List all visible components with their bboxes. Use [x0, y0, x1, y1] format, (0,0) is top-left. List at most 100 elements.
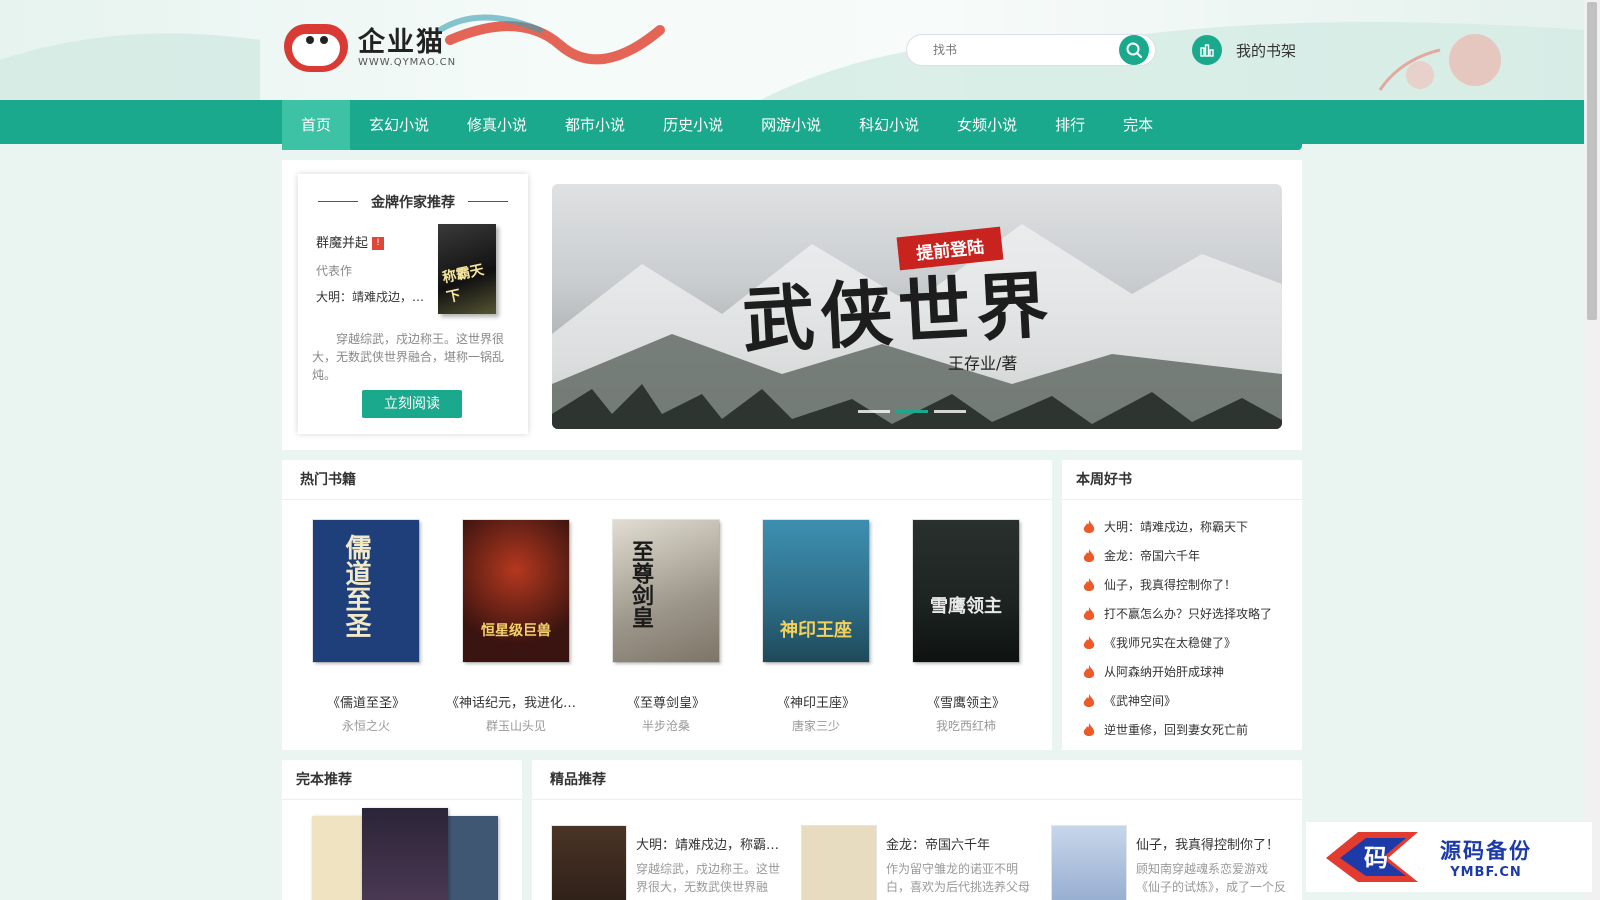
- book-title[interactable]: 《神印王座》: [746, 692, 886, 711]
- nav-item-nvpin[interactable]: 女频小说: [938, 100, 1036, 150]
- flame-icon: [1083, 548, 1095, 562]
- list-item-title: 打不赢怎么办？只好选择攻略了: [1104, 607, 1273, 621]
- nav-item-ranking[interactable]: 排行: [1036, 100, 1104, 150]
- list-item[interactable]: 打不赢怎么办？只好选择攻略了: [1082, 599, 1272, 628]
- banner-dot-2[interactable]: [896, 410, 928, 413]
- main-nav: 首页 玄幻小说 修真小说 都市小说 历史小说 网游小说 科幻小说 女频小说 排行…: [0, 100, 1584, 150]
- book-title[interactable]: 大明：靖难戍边，称霸天下: [636, 834, 786, 853]
- list-item-title: 《武神空间》: [1104, 694, 1177, 708]
- bookshelf-label: 我的书架: [1236, 41, 1297, 60]
- nav-item-kehuan[interactable]: 科幻小说: [840, 100, 938, 150]
- book-cover[interactable]: [1052, 826, 1126, 900]
- book-cover[interactable]: [802, 826, 876, 900]
- watermark-logo-icon: 码: [1318, 828, 1426, 886]
- book-description: 顾知南穿越魂系恋爱游戏《仙子的试炼》，成了一个反派。: [1136, 862, 1286, 894]
- book-cover[interactable]: 雪鹰领主: [913, 520, 1019, 662]
- nav-item-finished[interactable]: 完本: [1104, 100, 1172, 150]
- banner-dot-3[interactable]: [934, 410, 966, 413]
- book-item[interactable]: 儒道至圣 《儒道至圣》 永恒之火: [296, 520, 436, 734]
- book-author[interactable]: 唐家三少: [746, 717, 886, 734]
- book-item[interactable]: 雪鹰领主 《雪鹰领主》 我吃西红柿: [896, 520, 1036, 734]
- book-cover[interactable]: 儒道至圣: [313, 520, 419, 662]
- representative-work-cover[interactable]: 称霸天下: [438, 224, 496, 314]
- book-title[interactable]: 仙子，我真得控制你了！: [1136, 834, 1286, 853]
- nav-item-xiuzhen[interactable]: 修真小说: [448, 100, 546, 150]
- bookshelf-icon: [1192, 35, 1222, 65]
- banner-title: 武侠世界: [740, 261, 1057, 364]
- watermark-url: YMBF.CN: [1450, 864, 1522, 880]
- search-icon: [1126, 42, 1142, 58]
- list-item[interactable]: 金龙：帝国六千年: [1082, 541, 1272, 570]
- book-title[interactable]: 金龙：帝国六千年: [886, 834, 1036, 853]
- page-scrollbar[interactable]: [1584, 0, 1600, 900]
- nav-item-home[interactable]: 首页: [282, 100, 351, 150]
- featured-section: 金牌作家推荐 群魔并起! 代表作 大明：靖难戍边，称霸天下 称霸天下 穿越综武，…: [282, 160, 1302, 450]
- flame-icon: [1083, 722, 1095, 736]
- book-author[interactable]: 我吃西红柿: [896, 717, 1036, 734]
- finished-books-section: 完本推荐: [282, 760, 522, 900]
- book-cover[interactable]: [362, 808, 448, 900]
- gold-author-card: 金牌作家推荐 群魔并起! 代表作 大明：靖难戍边，称霸天下 称霸天下 穿越综武，…: [298, 174, 528, 434]
- book-title[interactable]: 《神话纪元，我进化成了恒星级巨兽》: [446, 692, 586, 711]
- nav-item-lishi[interactable]: 历史小说: [644, 100, 742, 150]
- flame-icon: [1083, 635, 1095, 649]
- watermark-overlay: 码 源码备份 YMBF.CN: [1306, 822, 1592, 892]
- representative-work-link[interactable]: 大明：靖难戍边，称霸天下: [316, 288, 426, 305]
- my-bookshelf-link[interactable]: 我的书架: [1192, 35, 1296, 65]
- book-title[interactable]: 《雪鹰领主》: [896, 692, 1036, 711]
- book-author[interactable]: 半步沧桑: [596, 717, 736, 734]
- list-item[interactable]: 仙子，我真得控制你了！: [1082, 570, 1272, 599]
- book-item[interactable]: 金龙：帝国六千年 作为留守雏龙的诺亚不明白，喜欢为后代挑选养父母的习惯从何而来。: [802, 826, 1038, 900]
- weekly-books-title: 本周好书: [1062, 460, 1302, 500]
- read-now-button[interactable]: 立刻阅读: [362, 390, 462, 418]
- flame-icon: [1083, 664, 1095, 678]
- list-item[interactable]: 大明：靖难戍边，称霸天下: [1082, 512, 1272, 541]
- author-card-title: 金牌作家推荐: [298, 192, 528, 212]
- book-author[interactable]: 永恒之火: [296, 717, 436, 734]
- book-item[interactable]: 至尊剑皇 《至尊剑皇》 半步沧桑: [596, 520, 736, 734]
- list-item[interactable]: 《我师兄实在太稳健了》: [1082, 628, 1272, 657]
- work-description: 穿越综武，戍边称王。这世界很大，无数武侠世界融合，堪称一锅乱炖。: [312, 332, 505, 382]
- nav-item-xuanhuan[interactable]: 玄幻小说: [350, 100, 448, 150]
- nav-item-wangyou[interactable]: 网游小说: [742, 100, 840, 150]
- book-description: 穿越综武，戍边称王。这世界很大，无数武侠世界融合，堪称一锅乱炖。: [636, 862, 781, 894]
- list-item[interactable]: 从阿森纳开始肝成球神: [1082, 657, 1272, 686]
- nav-item-dushi[interactable]: 都市小说: [546, 100, 644, 150]
- book-cover[interactable]: [552, 826, 626, 900]
- book-title[interactable]: 《儒道至圣》: [296, 692, 436, 711]
- book-item[interactable]: 神印王座 《神印王座》 唐家三少: [746, 520, 886, 734]
- hero-banner[interactable]: 提前登陆 武侠世界 王存业/著: [552, 184, 1282, 429]
- book-cover[interactable]: 至尊剑皇: [613, 520, 719, 662]
- list-item-title: 大明：靖难戍边，称霸天下: [1104, 520, 1249, 534]
- weekly-books-section: 本周好书 大明：靖难戍边，称霸天下 金龙：帝国六千年 仙子，我真得控制你了！ 打…: [1062, 460, 1302, 750]
- premium-books-section: 精品推荐 大明：靖难戍边，称霸天下 穿越综武，戍边称王。这世界很大，无数武侠世界…: [532, 760, 1302, 900]
- book-item[interactable]: 大明：靖难戍边，称霸天下 穿越综武，戍边称王。这世界很大，无数武侠世界融合，堪称…: [552, 826, 788, 900]
- search-button[interactable]: [1119, 35, 1149, 65]
- flame-icon: [1083, 693, 1095, 707]
- nav-bar: 首页 玄幻小说 修真小说 都市小说 历史小说 网游小说 科幻小说 女频小说 排行…: [282, 100, 1302, 150]
- list-item[interactable]: 逆世重修，回到妻女死亡前: [1082, 715, 1272, 744]
- banner-dot-1[interactable]: [858, 410, 890, 413]
- book-author[interactable]: 群玉山头见: [446, 717, 586, 734]
- cover-text: 雪鹰领主: [930, 596, 1002, 617]
- cover-text: 儒道至圣: [341, 534, 371, 638]
- list-item[interactable]: 《武神空间》: [1082, 686, 1272, 715]
- author-rank-badge: !: [372, 237, 385, 250]
- site-logo[interactable]: 企业猫 WWW.QYMAO.CN: [284, 24, 456, 72]
- hot-books-section: 热门书籍 儒道至圣 《儒道至圣》 永恒之火 恒星级巨兽 《神话纪元，我进化成了恒…: [282, 460, 1052, 750]
- cover-text: 神印王座: [780, 620, 852, 641]
- watermark-mark-text: 码: [1364, 844, 1388, 872]
- flame-icon: [1083, 519, 1095, 533]
- finished-books-title: 完本推荐: [282, 760, 522, 800]
- search-input[interactable]: [907, 35, 1097, 65]
- logo-url-text: WWW.QYMAO.CN: [358, 56, 457, 68]
- book-item[interactable]: 仙子，我真得控制你了！ 顾知南穿越魂系恋爱游戏《仙子的试炼》，成了一个反派。: [1052, 826, 1288, 900]
- book-title[interactable]: 《至尊剑皇》: [596, 692, 736, 711]
- book-cover[interactable]: 神印王座: [763, 520, 869, 662]
- author-name[interactable]: 群魔并起!: [316, 232, 385, 251]
- watermark-title: 源码备份: [1440, 838, 1532, 863]
- book-cover[interactable]: 恒星级巨兽: [463, 520, 569, 662]
- scrollbar-thumb[interactable]: [1587, 2, 1597, 320]
- logo-text: 企业猫: [358, 26, 445, 58]
- book-item[interactable]: 恒星级巨兽 《神话纪元，我进化成了恒星级巨兽》 群玉山头见: [446, 520, 586, 734]
